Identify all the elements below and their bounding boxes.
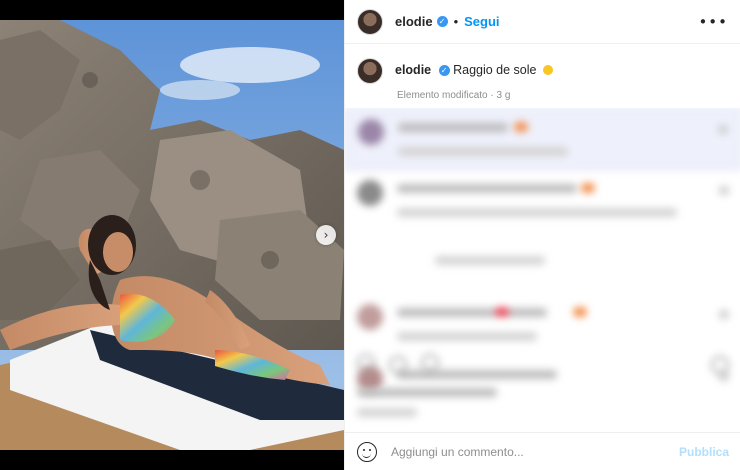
comment-avatar <box>357 304 383 330</box>
next-arrow-icon: › <box>323 228 329 242</box>
like-heart-icon <box>719 310 729 319</box>
list-item <box>345 108 740 170</box>
comment-avatar <box>358 119 384 145</box>
caption-verified-badge-icon: ✓ <box>438 65 450 77</box>
post-meta: Elemento modificato · 3 g <box>397 90 511 101</box>
like-heart-icon <box>718 125 728 134</box>
comment-icon <box>389 356 407 374</box>
list-item <box>345 232 740 294</box>
comment-emoji <box>573 307 587 317</box>
action-bar-blurred <box>345 346 740 426</box>
comment-composer: Pubblica <box>345 432 740 470</box>
post-photo[interactable] <box>0 20 344 450</box>
like-heart-icon <box>719 186 729 195</box>
caption-avatar[interactable] <box>357 58 383 84</box>
follow-button[interactable]: Segui <box>464 14 499 29</box>
comment-line <box>397 184 577 193</box>
comment-line <box>397 208 677 217</box>
more-options-icon[interactable]: ••• <box>698 13 728 31</box>
publish-button[interactable]: Pubblica <box>679 445 729 459</box>
comment-line <box>435 256 545 265</box>
comment-input[interactable] <box>391 444 679 459</box>
comment-avatar <box>357 180 383 206</box>
comment-line <box>398 123 508 132</box>
header-separator: • <box>453 14 459 29</box>
list-item <box>345 170 740 232</box>
author-avatar[interactable] <box>357 8 383 35</box>
comment-line <box>397 332 537 341</box>
like-icon <box>357 354 375 372</box>
post-caption: elodie ✓ Raggio de sole <box>345 44 740 84</box>
comment-line <box>398 147 568 156</box>
date-line <box>357 408 417 417</box>
comment-emoji <box>581 183 595 193</box>
next-media-button[interactable]: › <box>316 225 336 245</box>
emoji-icon[interactable] <box>357 441 377 462</box>
caption-body: elodie ✓ Raggio de sole <box>395 58 553 78</box>
author-username[interactable]: elodie <box>395 14 433 29</box>
post-detail-panel: elodie ✓ • Segui ••• elodie ✓ Raggio de … <box>344 0 740 470</box>
post-header: elodie ✓ • Segui ••• <box>345 0 740 44</box>
caption-text: Raggio de sole <box>453 63 537 77</box>
save-icon <box>711 356 729 374</box>
sun-emoji-icon <box>542 65 553 75</box>
comment-emoji <box>495 307 509 317</box>
likes-count-line <box>357 388 497 397</box>
beach-photo-illustration <box>0 20 344 450</box>
comment-emoji <box>514 122 528 132</box>
verified-badge-icon: ✓ <box>436 16 448 27</box>
share-icon <box>421 354 439 372</box>
caption-username[interactable]: elodie <box>395 63 431 77</box>
post-media: › <box>0 0 344 470</box>
comment-line <box>397 308 547 317</box>
